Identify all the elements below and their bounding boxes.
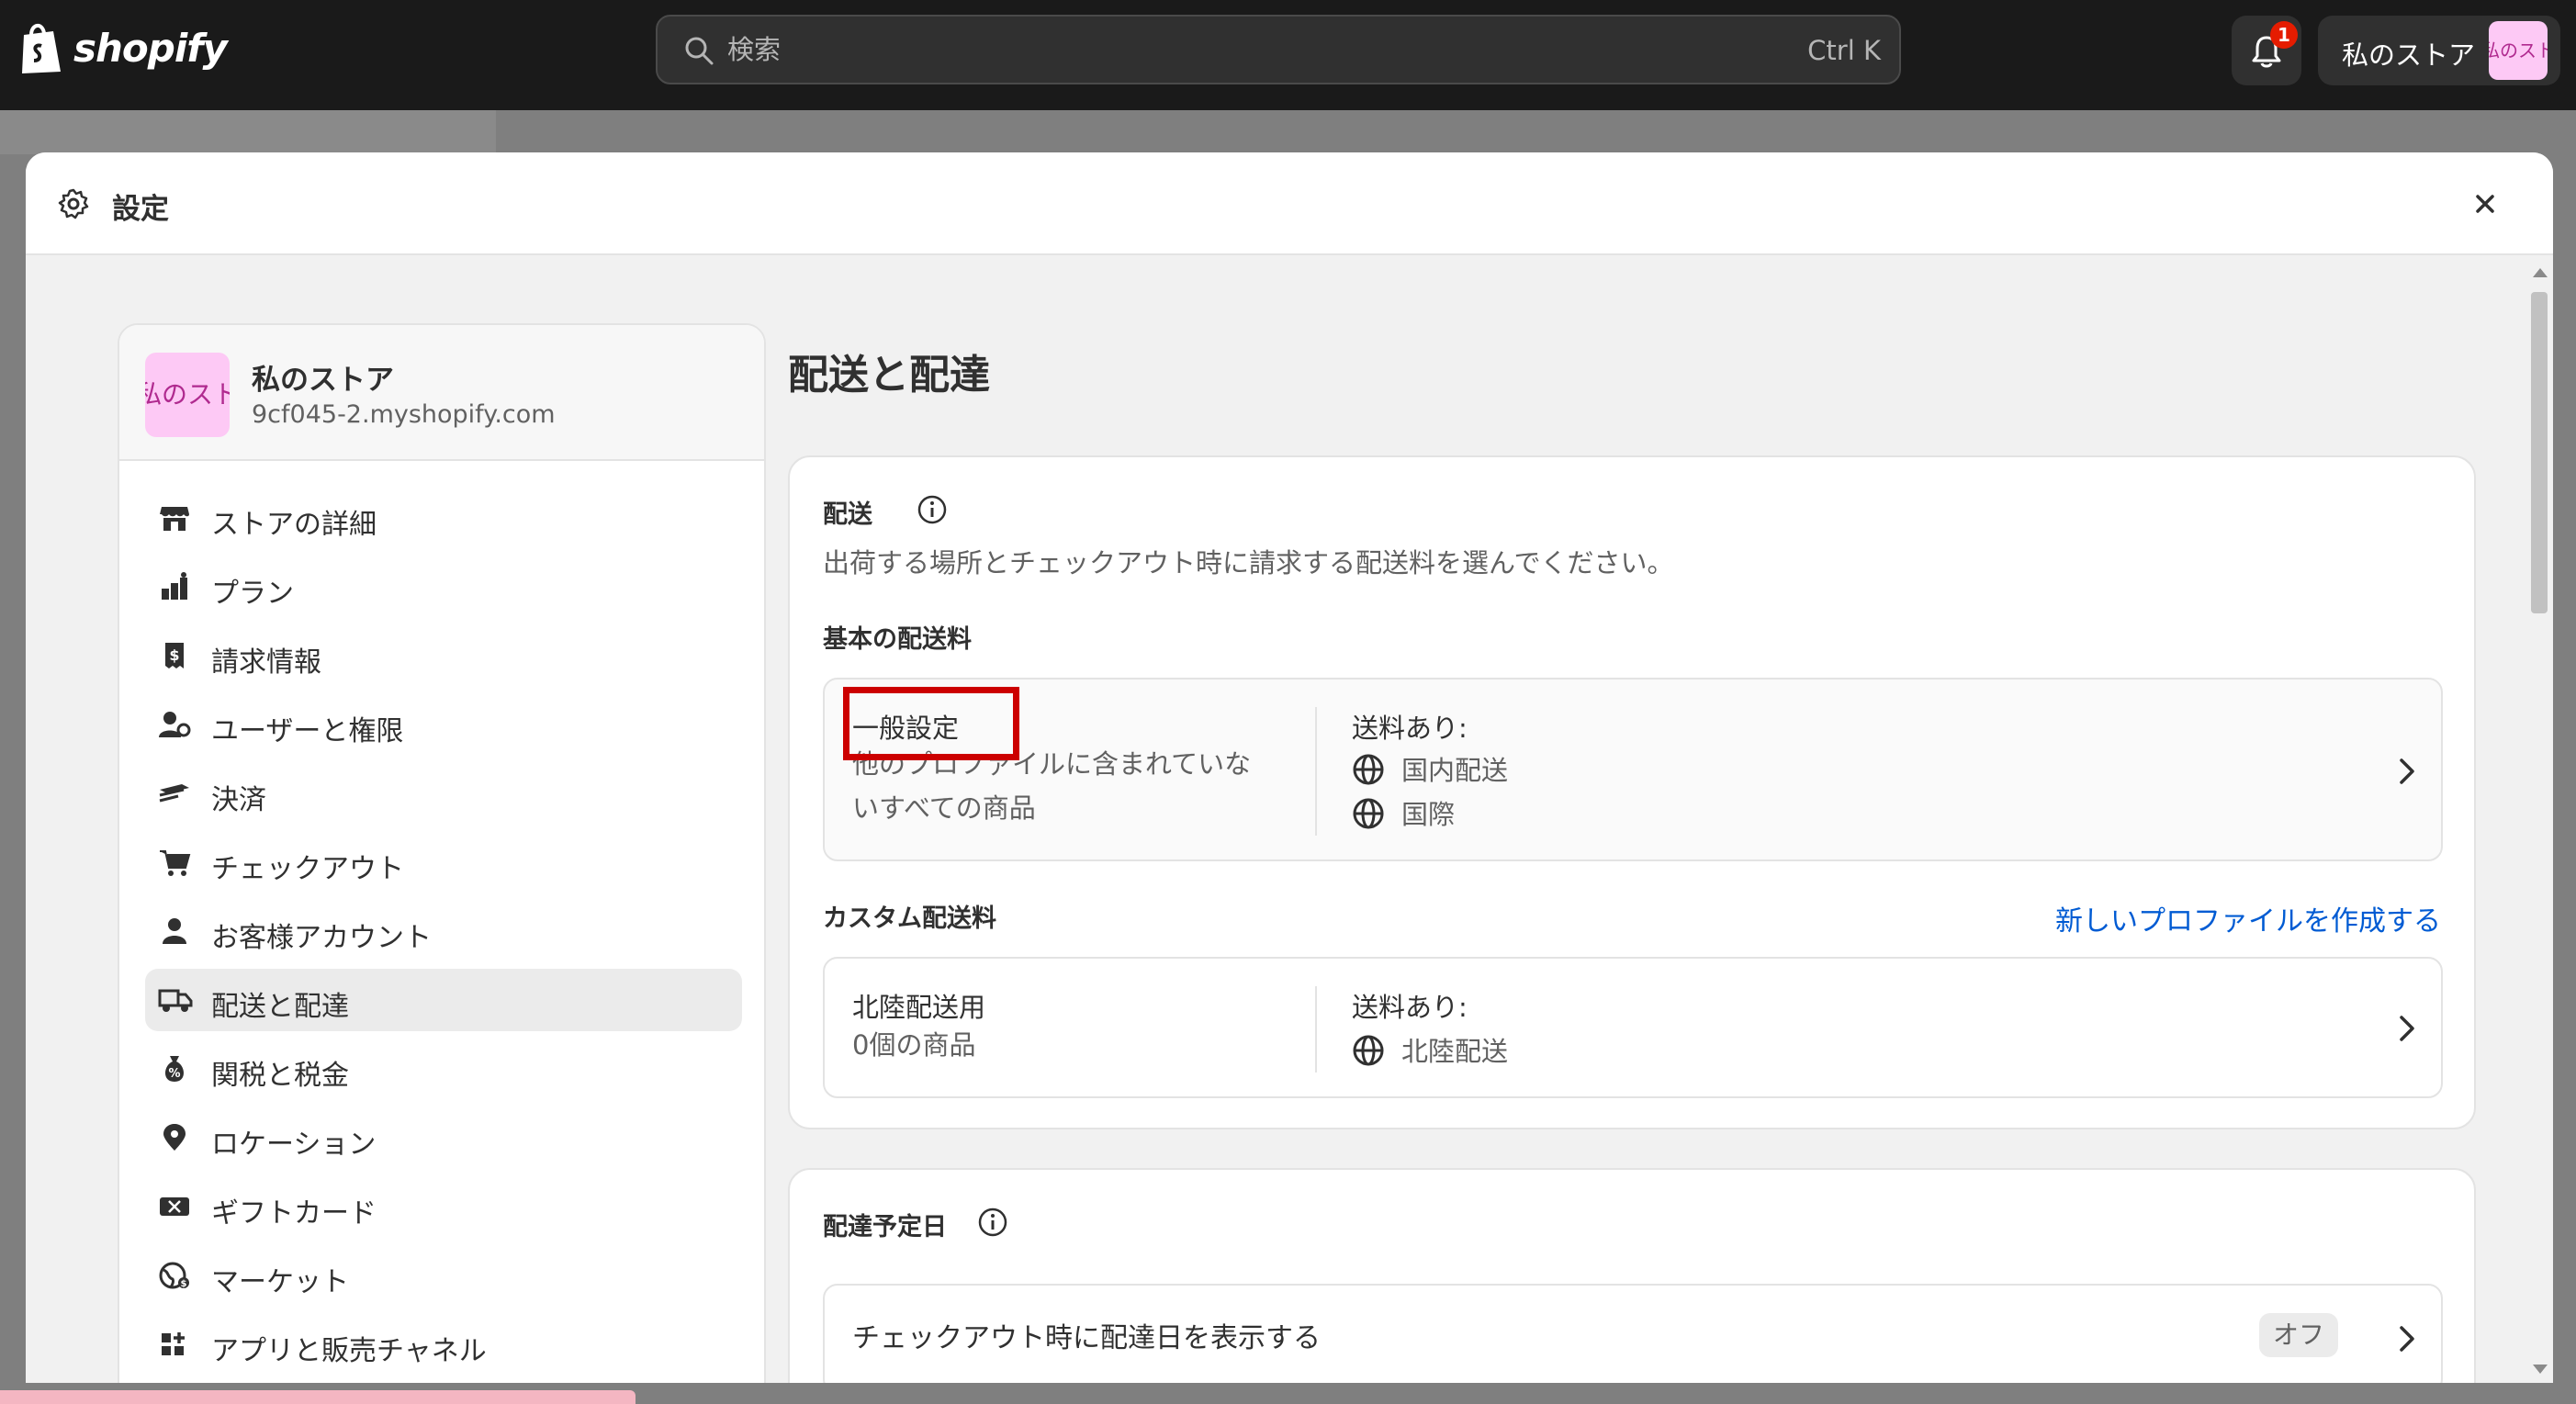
show-delivery-date-row[interactable]: チェックアウト時に配達日を表示する オフ (823, 1284, 2443, 1383)
divider (1315, 707, 1317, 836)
svg-text:$: $ (169, 646, 179, 664)
search-input[interactable] (727, 29, 1738, 70)
status-badge: オフ (2259, 1313, 2338, 1357)
sidebar-item-taxes[interactable]: % 関税と税金 (145, 1038, 742, 1100)
browser-status-bar (0, 1390, 636, 1404)
globe-icon (1353, 754, 1384, 785)
svg-text:$: $ (181, 1279, 187, 1289)
chevron-right-icon (2400, 1326, 2414, 1352)
shipping-description: 出荷する場所とチェックアウト時に請求する配送料を選んでください。 (823, 547, 1674, 578)
scrollbar-thumb[interactable] (2531, 292, 2548, 613)
scrollbar[interactable] (2525, 255, 2553, 1383)
notification-badge: 1 (2270, 21, 2298, 49)
custom-profile-row[interactable]: 北陸配送用 0個の商品 送料あり: 北陸配送 (823, 957, 2443, 1098)
profile-subtitle: 0個の商品 (852, 1029, 976, 1061)
sidebar-item-customer-accounts[interactable]: お客様アカウント (145, 900, 742, 962)
close-icon[interactable] (2469, 187, 2502, 220)
chevron-right-icon (2400, 758, 2414, 784)
sidebar-item-gift-cards[interactable]: ギフトカード (145, 1175, 742, 1238)
delivery-dates-title: 配達予定日 (823, 1213, 947, 1241)
page-title: 配送と配達 (788, 352, 990, 399)
globe-icon: $ (159, 1262, 189, 1289)
sidebar-item-apps[interactable]: アプリと販売チャネル (145, 1313, 742, 1376)
modal-title: 設定 (112, 193, 169, 226)
sidebar-item-checkout[interactable]: チェックアウト (145, 831, 742, 893)
location-icon (163, 1124, 186, 1151)
sidebar-store-header: 私のストア 私のストア 9cf045-2.myshopify.com (119, 325, 764, 461)
store-menu-label: 私のストア (2342, 39, 2476, 71)
search-shortcut-hint: Ctrl K (1807, 35, 1881, 66)
shopify-logo[interactable]: shopify (17, 20, 228, 75)
general-profile-row[interactable]: 一般設定 他のプロファイルに含まれていな いすべての商品 送料あり: 国内配送 … (823, 678, 2443, 861)
scroll-up-arrow[interactable] (2533, 268, 2548, 277)
store-avatar: 私のストア (145, 353, 230, 437)
store-menu-button[interactable]: 私のストア 私のストア (2318, 16, 2560, 85)
gift-card-icon (160, 1197, 189, 1216)
top-bar: shopify Ctrl K 1 私のストア 私のストア (0, 0, 2576, 110)
gear-icon (58, 188, 89, 219)
shipping-section-title: 配送 (823, 500, 872, 529)
background-page (0, 110, 496, 154)
general-rates-title: 基本の配送料 (823, 625, 972, 654)
divider (1315, 986, 1317, 1073)
scroll-down-arrow[interactable] (2533, 1365, 2548, 1374)
svg-text:%: % (168, 1067, 180, 1081)
person-icon (163, 918, 186, 944)
users-icon (159, 712, 191, 737)
info-icon[interactable] (917, 494, 948, 525)
sidebar-item-markets[interactable]: $ マーケット (145, 1244, 742, 1307)
sidebar-item-locations[interactable]: ロケーション (145, 1106, 742, 1169)
truck-icon (158, 989, 193, 1012)
profile-name: 一般設定 (852, 713, 960, 744)
custom-rates-title: カスタム配送料 (823, 904, 996, 933)
search-icon (685, 37, 714, 65)
rates-title: 送料あり: (1352, 713, 1468, 744)
sidebar-store-name: 私のストア (252, 364, 394, 397)
sidebar-item-billing[interactable]: $ 請求情報 (145, 624, 742, 687)
shopify-bag-icon (22, 24, 61, 73)
search-bar[interactable]: Ctrl K (656, 15, 1901, 84)
sidebar-item-shipping[interactable]: 配送と配達 (145, 969, 742, 1031)
create-profile-link[interactable]: 新しいプロファイルを作成する (2055, 898, 2441, 938)
rates-title: 送料あり: (1352, 992, 1468, 1023)
modal-header: 設定 (26, 152, 2553, 255)
delivery-dates-card: 配達予定日 チェックアウト時に配達日を表示する オフ (788, 1168, 2476, 1383)
sidebar-item-payments[interactable]: 決済 (145, 762, 742, 825)
profile-subtitle-line1: 他のプロファイルに含まれていな (852, 748, 1252, 780)
settings-sidebar: 私のストア 私のストア 9cf045-2.myshopify.com ストアの詳… (118, 323, 766, 1383)
sidebar-item-plan[interactable]: プラン (145, 556, 742, 618)
globe-icon (1353, 1035, 1384, 1066)
chevron-right-icon (2400, 1016, 2414, 1041)
globe-icon (1353, 798, 1384, 829)
profile-subtitle-line2: いすべての商品 (852, 792, 1036, 824)
settings-modal: 設定 私のストア 私のストア 9cf045-2.myshopify.com スト… (26, 152, 2553, 1383)
sidebar-store-url: 9cf045-2.myshopify.com (252, 400, 556, 429)
info-icon[interactable] (977, 1207, 1008, 1238)
notifications-button[interactable]: 1 (2232, 16, 2301, 85)
cart-icon (160, 850, 191, 876)
billing-icon: $ (165, 643, 184, 668)
tax-icon: % (165, 1056, 184, 1082)
store-icon (160, 507, 189, 531)
sidebar-item-users[interactable]: ユーザーと権限 (145, 693, 742, 756)
shipping-card: 配送 出荷する場所とチェックアウト時に請求する配送料を選んでください。 基本の配… (788, 455, 2476, 1129)
apps-icon (162, 1332, 185, 1355)
sidebar-nav: ストアの詳細 プラン $ 請求情報 ユーザーと権限 決済 チェックアウト お客様… (145, 487, 742, 1382)
store-avatar: 私のストア (2489, 21, 2548, 80)
payments-icon (159, 784, 189, 803)
delivery-date-label: チェックアウト時に配達日を表示する (852, 1322, 1321, 1354)
shopify-logo-text: shopify (73, 25, 228, 71)
plan-icon (162, 572, 187, 600)
sidebar-item-store-details[interactable]: ストアの詳細 (145, 487, 742, 549)
profile-name: 北陸配送用 (852, 992, 986, 1023)
